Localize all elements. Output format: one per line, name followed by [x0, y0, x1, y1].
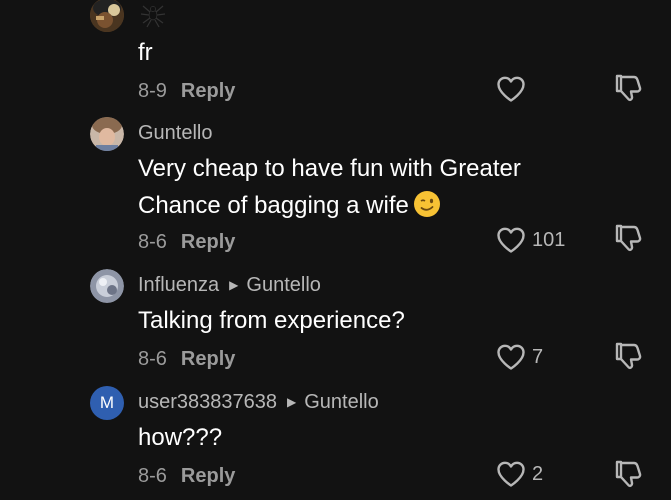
spider-emoji-icon — [140, 2, 166, 28]
like-button[interactable]: 7 — [496, 342, 543, 372]
comment-text: how??? — [138, 424, 223, 451]
avatar-image — [90, 117, 124, 151]
heart-outline-icon — [496, 226, 526, 254]
like-button[interactable]: 101 — [496, 225, 565, 255]
comment-username[interactable]: Influenza — [138, 274, 219, 296]
like-count: 2 — [532, 462, 544, 485]
heart-outline-icon — [496, 343, 526, 371]
comment-date: 8-9 — [138, 80, 167, 102]
reply-button[interactable]: Reply — [181, 465, 235, 487]
avatar-image — [90, 269, 124, 303]
reply-button[interactable]: Reply — [181, 80, 235, 102]
heart-outline-icon — [496, 460, 526, 488]
reply-button[interactable]: Reply — [181, 231, 235, 253]
avatar-initial: M — [99, 393, 115, 412]
comment-username[interactable]: user383837638 — [138, 391, 277, 413]
avatar-image — [90, 0, 124, 32]
comment-meta: 8-6 Reply — [138, 231, 235, 254]
heart-outline-icon — [496, 75, 526, 103]
comments-screen: fr 8-9 Reply Guntello Very cheap to have… — [0, 0, 671, 500]
dislike-button[interactable] — [612, 222, 644, 254]
comment-date: 8-6 — [138, 465, 167, 487]
thumbs-down-outline-icon — [612, 340, 644, 372]
like-button[interactable]: 2 — [496, 459, 543, 489]
comment-username[interactable]: Guntello — [138, 122, 213, 144]
triangle-right-icon: ▶ — [229, 278, 239, 292]
comment-text: Very cheap to have fun with Greater Chan… — [138, 150, 521, 224]
dislike-button[interactable] — [612, 72, 644, 104]
reply-button[interactable]: Reply — [181, 348, 235, 370]
thumbs-down-outline-icon — [612, 72, 644, 104]
triangle-right-icon: ▶ — [287, 395, 297, 409]
comment-meta: 8-6 Reply — [138, 465, 235, 488]
comment-meta: 8-9 Reply — [138, 80, 235, 103]
thumbs-down-outline-icon — [612, 458, 644, 490]
reply-to-username[interactable]: Guntello — [304, 391, 379, 413]
like-button[interactable] — [496, 74, 532, 104]
reply-to-username[interactable]: Guntello — [246, 274, 321, 296]
like-count: 101 — [532, 228, 566, 251]
comment-date: 8-6 — [138, 348, 167, 370]
comment-text: fr — [138, 39, 153, 66]
comment-username-row: user383837638 ▶ Guntello — [138, 391, 379, 414]
comment-text: Talking from experience? — [138, 307, 405, 334]
comment-username-row: Influenza ▶ Guntello — [138, 274, 321, 297]
winking-face-icon — [413, 190, 441, 218]
comment-date: 8-6 — [138, 231, 167, 253]
dislike-button[interactable] — [612, 458, 644, 490]
comment-meta: 8-6 Reply — [138, 348, 235, 371]
comment-username-row: Guntello — [138, 122, 213, 145]
avatar[interactable] — [90, 269, 124, 303]
avatar[interactable] — [90, 0, 124, 32]
like-count: 7 — [532, 345, 544, 368]
comment-text-line: Very cheap to have fun with Greater — [138, 155, 521, 182]
avatar[interactable] — [90, 117, 124, 151]
avatar[interactable]: M — [90, 386, 124, 420]
comment-text-line-2: Chance of bagging a wife — [138, 187, 521, 224]
dislike-button[interactable] — [612, 340, 644, 372]
thumbs-down-outline-icon — [612, 222, 644, 254]
